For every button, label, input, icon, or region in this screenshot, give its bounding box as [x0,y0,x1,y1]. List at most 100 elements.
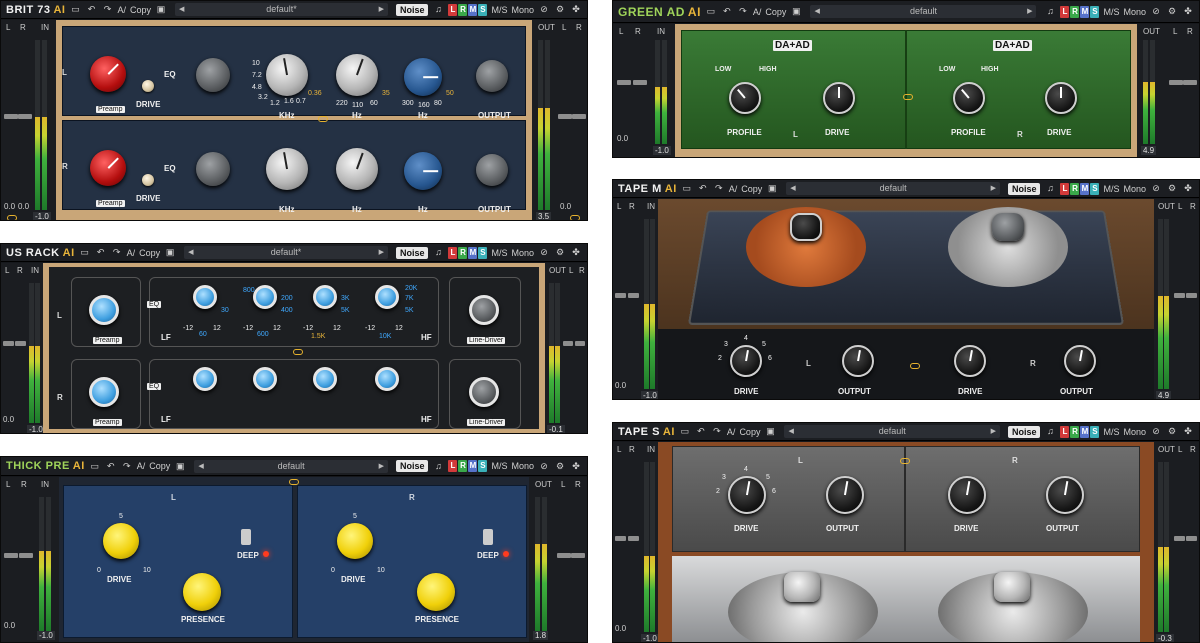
channel-link-icon[interactable] [289,479,299,485]
preset-selector[interactable]: default [810,5,1037,18]
copy-button[interactable]: Copy [149,461,170,471]
output-fader-l[interactable] [1174,293,1185,298]
lowcut-knob-r[interactable] [196,152,230,186]
bypass-icon[interactable]: ⊘ [1150,6,1162,17]
input-fader-l[interactable] [615,293,626,298]
drive-knob-l[interactable] [730,345,762,377]
hf-knob-l[interactable] [404,58,442,96]
noise-button[interactable]: Noise [395,3,429,16]
noise-button[interactable]: Noise [1007,182,1041,195]
drive-knob-l[interactable] [728,476,766,514]
noise-button[interactable]: Noise [1007,425,1041,438]
channel-link-icon[interactable] [910,363,920,369]
link-icon[interactable] [7,215,17,220]
input-fader-r[interactable] [633,80,647,85]
khz-knob-l[interactable] [266,54,308,96]
folder-icon[interactable]: ▭ [89,461,101,472]
ms-button[interactable]: M/S [491,5,507,15]
input-fader-r[interactable] [628,536,639,541]
drive-knob-l[interactable] [823,82,855,114]
noise-button[interactable]: Noise [395,460,429,472]
output-knob-l[interactable] [842,345,874,377]
preamp-knob-l[interactable] [90,56,126,92]
drive-knob-r[interactable] [954,345,986,377]
eq-band2-knob-r[interactable] [253,367,277,391]
ms-button[interactable]: M/S [491,248,507,258]
preamp-knob-r[interactable] [89,377,119,407]
paw-icon[interactable]: ✤ [1182,6,1194,17]
preset-selector[interactable]: default [784,425,1000,438]
copy-button[interactable]: Copy [739,427,760,437]
output-fader-l[interactable] [557,553,571,558]
ms-button[interactable]: M/S [491,461,507,471]
redo-icon[interactable]: ↷ [737,6,749,17]
input-fader-r[interactable] [15,341,26,346]
headphones-icon[interactable]: ♫ [1044,6,1056,17]
bypass-icon[interactable]: ⊘ [538,461,550,472]
input-fader-l[interactable] [4,553,18,558]
profile-knob-r[interactable] [953,82,985,114]
undo-icon[interactable]: ↶ [697,183,709,194]
output-knob-l[interactable] [826,476,864,514]
eq-band2-knob-l[interactable] [253,285,277,309]
profile-knob-l[interactable] [729,82,761,114]
redo-icon[interactable]: ↷ [121,461,133,472]
redo-icon[interactable]: ↷ [111,247,123,258]
drive-knob-r[interactable] [142,174,154,186]
save-icon[interactable]: ▣ [155,4,167,15]
input-fader-r[interactable] [18,114,32,119]
redo-icon[interactable]: ↷ [711,426,723,437]
ab-toggle[interactable]: A/ [727,427,736,437]
undo-icon[interactable]: ↶ [105,461,117,472]
drive-knob-r[interactable] [337,523,373,559]
save-icon[interactable]: ▣ [766,183,778,194]
headphones-icon[interactable]: ♫ [432,247,444,258]
input-fader-r[interactable] [628,293,639,298]
ms-button[interactable]: M/S [1103,427,1119,437]
channel-link-icon[interactable] [900,458,910,464]
line-driver-knob-r[interactable] [469,377,499,407]
settings-icon[interactable]: ⚙ [554,461,566,472]
lrms-selector[interactable]: LRMS [448,246,488,259]
bypass-icon[interactable]: ⊘ [1150,426,1162,437]
folder-icon[interactable]: ▭ [69,4,81,15]
headphones-icon[interactable]: ♫ [432,461,444,472]
channel-link-icon[interactable] [903,94,913,100]
ab-toggle[interactable]: A/ [137,461,146,471]
lrms-selector[interactable]: LRMS [1060,425,1100,438]
lrms-selector[interactable]: LRMS [1060,182,1100,195]
ms-button[interactable]: M/S [1103,184,1119,194]
line-driver-knob-l[interactable] [469,295,499,325]
undo-icon[interactable]: ↶ [695,426,707,437]
settings-icon[interactable]: ⚙ [554,247,566,258]
undo-icon[interactable]: ↶ [721,6,733,17]
redo-icon[interactable]: ↷ [713,183,725,194]
headphones-icon[interactable]: ♫ [1044,426,1056,437]
mono-button[interactable]: Mono [1123,427,1146,437]
eq-band3-knob-r[interactable] [313,367,337,391]
hz-knob-r[interactable] [336,148,378,190]
eq-band3-knob-l[interactable] [313,285,337,309]
mono-button[interactable]: Mono [511,461,534,471]
output-fader-r[interactable] [575,341,585,346]
paw-icon[interactable]: ✤ [570,461,582,472]
copy-button[interactable]: Copy [130,5,151,15]
input-fader-l[interactable] [617,80,631,85]
bypass-icon[interactable]: ⊘ [538,247,550,258]
save-icon[interactable]: ▣ [764,426,776,437]
paw-icon[interactable]: ✤ [570,4,582,15]
eq-band1-knob-r[interactable] [193,367,217,391]
redo-icon[interactable]: ↷ [101,4,113,15]
undo-icon[interactable]: ↶ [95,247,107,258]
output-fader-l[interactable] [558,114,572,119]
input-fader-l[interactable] [4,114,18,119]
paw-icon[interactable]: ✤ [570,247,582,258]
drive-knob-r[interactable] [948,476,986,514]
preset-selector[interactable]: default [786,182,1000,195]
input-fader-l[interactable] [615,536,626,541]
folder-icon[interactable]: ▭ [705,6,717,17]
drive-knob-r[interactable] [1045,82,1077,114]
settings-icon[interactable]: ⚙ [554,4,566,15]
copy-button[interactable]: Copy [139,248,160,258]
mono-button[interactable]: Mono [1123,184,1146,194]
